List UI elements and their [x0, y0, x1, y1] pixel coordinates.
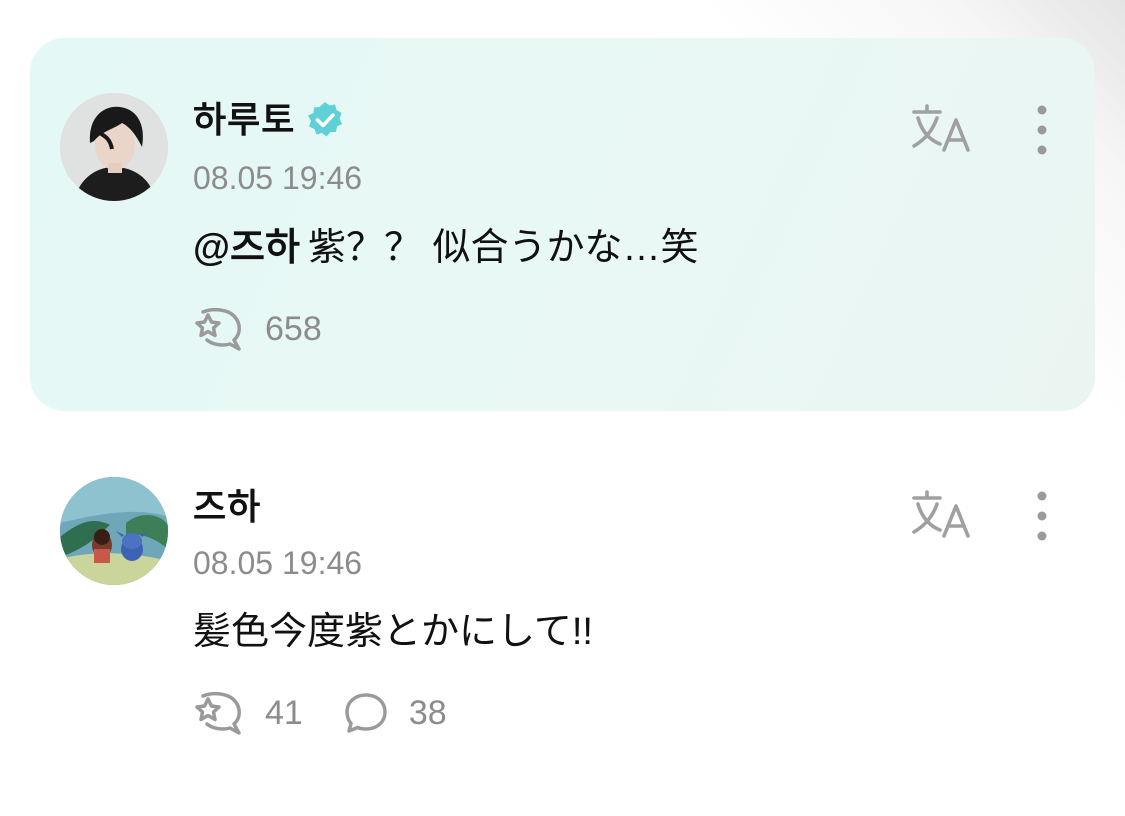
comment-text: @즈하 紫？？ 似合うかな…笑 — [193, 224, 699, 272]
like-icon — [195, 307, 241, 351]
translate-icon[interactable] — [910, 102, 974, 154]
reply-button[interactable]: 38 — [343, 690, 447, 736]
more-options-icon[interactable] — [1022, 484, 1062, 548]
comment-bubble-icon — [345, 693, 387, 733]
comment-body: 紫？？ 似合うかな…笑 — [307, 227, 699, 269]
verified-badge-icon — [308, 102, 343, 137]
like-button[interactable]: 41 — [193, 690, 303, 736]
comment-card: 즈하 08.05 19:46 髪色今度紫とかにして!! 41 38 — [30, 440, 1095, 770]
highlighted-comment-card: 하루토 08.05 19:46 @즈하 紫？？ 似合うかな…笑 658 — [30, 38, 1095, 411]
like-count: 658 — [265, 310, 322, 348]
avatar[interactable] — [60, 93, 168, 201]
author-name[interactable]: 즈하 — [193, 485, 261, 529]
comment-body: 髪色今度紫とかにして!! — [193, 611, 593, 653]
translate-icon[interactable] — [910, 488, 974, 540]
more-options-icon[interactable] — [1022, 98, 1062, 162]
avatar[interactable] — [60, 477, 168, 585]
reply-count: 38 — [408, 694, 447, 732]
like-count: 41 — [265, 694, 303, 732]
reaction-bar: 658 — [193, 306, 362, 352]
like-icon — [195, 691, 241, 735]
timestamp: 08.05 19:46 — [193, 545, 363, 581]
author-name[interactable]: 하루토 — [193, 98, 295, 142]
mention-link[interactable]: @즈하 — [193, 227, 300, 269]
like-button[interactable]: 658 — [193, 306, 322, 352]
reaction-bar: 41 38 — [193, 690, 487, 736]
timestamp: 08.05 19:46 — [193, 160, 363, 196]
